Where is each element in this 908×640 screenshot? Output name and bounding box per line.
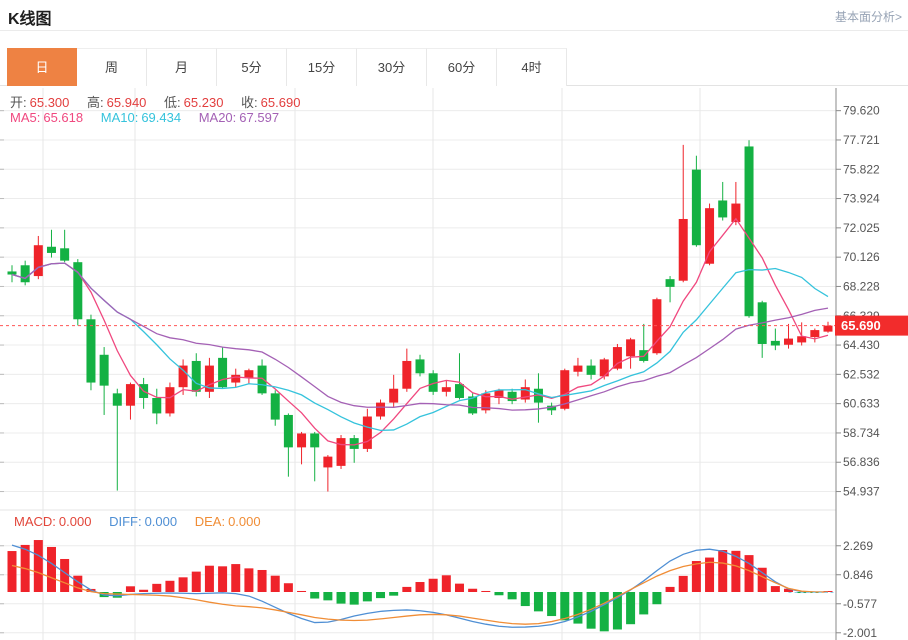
tab-month[interactable]: 月 (147, 48, 217, 86)
close-label: 收: (241, 95, 258, 110)
diff-value: 0.000 (145, 514, 178, 529)
svg-text:60.633: 60.633 (843, 397, 880, 411)
svg-text:75.822: 75.822 (843, 162, 880, 176)
svg-text:68.228: 68.228 (843, 279, 880, 293)
open-label: 开: (10, 95, 27, 110)
ma20-label: MA20: (199, 110, 237, 125)
tab-day[interactable]: 日 (7, 48, 77, 86)
macd-histogram (8, 540, 833, 631)
kline-chart-canvas: 79.620 77.721 75.822 73.924 72.025 70.126 68.2… (0, 88, 908, 640)
ma5-value: 65.618 (43, 110, 83, 125)
svg-text:58.734: 58.734 (843, 426, 880, 440)
svg-text:73.924: 73.924 (843, 192, 880, 206)
fundamental-analysis-link[interactable]: 基本面分析> (835, 8, 902, 25)
page-title: K线图 (8, 5, 52, 29)
svg-text:2.269: 2.269 (843, 539, 873, 553)
macd-value: 0.000 (59, 514, 92, 529)
svg-text:54.937: 54.937 (843, 485, 880, 499)
svg-text:62.532: 62.532 (843, 367, 880, 381)
tab-week[interactable]: 周 (77, 48, 147, 86)
timeframe-tabs: 日 周 月 5分 15分 30分 60分 4时 (0, 48, 908, 86)
ohlc-info: 开:65.300 高:65.940 低:65.230 收:65.690 (10, 92, 303, 111)
macd-info: MACD:0.000 DIFF:0.000 DEA:0.000 (14, 514, 264, 529)
svg-text:64.430: 64.430 (843, 338, 880, 352)
tab-15min[interactable]: 15分 (287, 48, 357, 86)
svg-text:-2.001: -2.001 (843, 626, 877, 640)
page-header: K线图 基本面分析> (0, 0, 908, 31)
svg-text:72.025: 72.025 (843, 221, 880, 235)
svg-text:77.721: 77.721 (843, 133, 880, 147)
macd-label: MACD: (14, 514, 56, 529)
svg-text:79.620: 79.620 (843, 104, 880, 118)
dea-value: 0.000 (228, 514, 261, 529)
low-label: 低: (164, 95, 181, 110)
kline-app: K线图 基本面分析> 日 周 月 5分 15分 30分 60分 4时 79.62… (0, 0, 908, 640)
low-value: 65.230 (184, 95, 224, 110)
svg-text:70.126: 70.126 (843, 250, 880, 264)
tab-5min[interactable]: 5分 (217, 48, 287, 86)
svg-text:-0.577: -0.577 (843, 597, 877, 611)
open-value: 65.300 (30, 95, 70, 110)
high-label: 高: (87, 95, 104, 110)
tab-4hour[interactable]: 4时 (497, 48, 567, 86)
diff-label: DIFF: (109, 514, 142, 529)
dea-label: DEA: (195, 514, 225, 529)
high-value: 65.940 (107, 95, 147, 110)
ma5-label: MA5: (10, 110, 40, 125)
svg-text:56.836: 56.836 (843, 455, 880, 469)
ma20-value: 67.597 (239, 110, 279, 125)
svg-text:0.846: 0.846 (843, 568, 873, 582)
tab-60min[interactable]: 60分 (427, 48, 497, 86)
ma-info: MA5:65.618 MA10:69.434 MA20:67.597 (10, 110, 282, 125)
close-value: 65.690 (261, 95, 301, 110)
current-price-marker: 65.690 (0, 316, 908, 336)
ma10-value: 69.434 (141, 110, 181, 125)
tab-30min[interactable]: 30分 (357, 48, 427, 86)
ma10-label: MA10: (101, 110, 139, 125)
svg-text:65.690: 65.690 (841, 318, 881, 333)
